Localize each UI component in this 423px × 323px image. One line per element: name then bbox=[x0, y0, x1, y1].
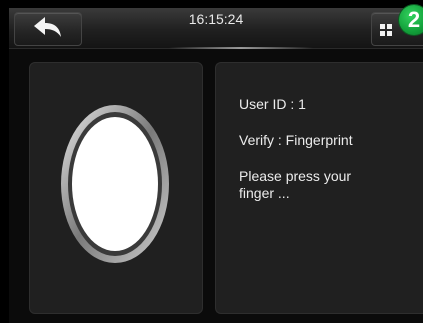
fingerprint-placeholder-icon bbox=[59, 103, 171, 270]
back-button[interactable] bbox=[14, 12, 82, 46]
notification-badge: 2 bbox=[399, 5, 423, 35]
grid-menu-icon bbox=[380, 24, 394, 38]
fingerprint-panel bbox=[29, 62, 203, 314]
back-arrow-icon bbox=[33, 16, 63, 43]
verify-info-panel: User ID : 1 Verify : Fingerprint Please … bbox=[215, 62, 423, 314]
prompt-text: Please press your finger ... bbox=[239, 168, 352, 201]
top-bar: 16:15:24 2 bbox=[9, 5, 423, 49]
user-id-text: User ID : 1 bbox=[239, 96, 306, 112]
verify-mode-text: Verify : Fingerprint bbox=[239, 132, 353, 148]
device-screen: 16:15:24 2 User ID: 1 Verify: Fingerpr… bbox=[9, 5, 423, 323]
clock: 16:15:24 bbox=[188, 11, 244, 27]
